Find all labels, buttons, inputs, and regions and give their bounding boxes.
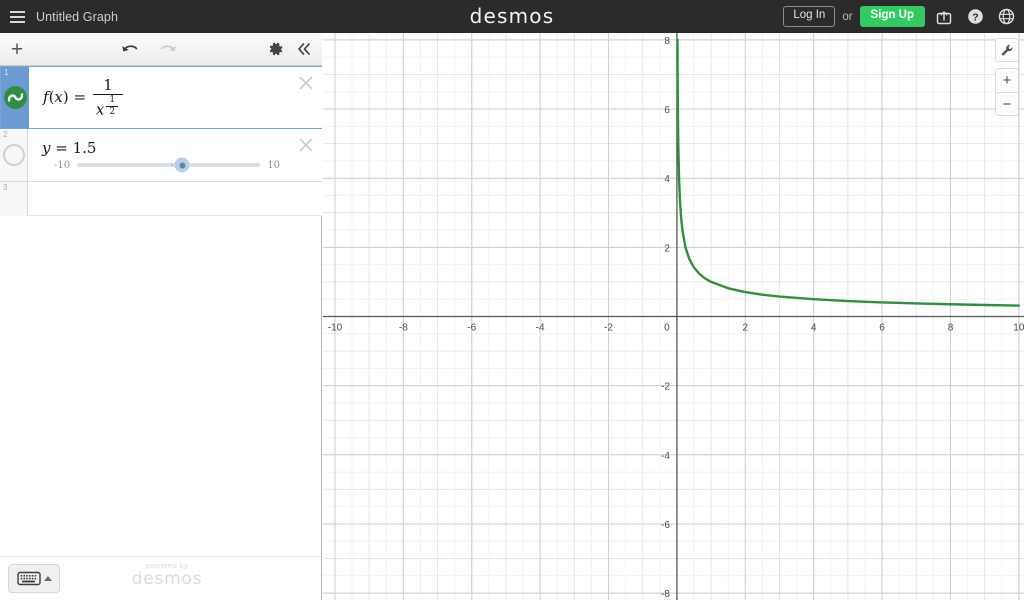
redo-arrow-icon[interactable] bbox=[155, 34, 181, 64]
function-curve-icon bbox=[3, 85, 27, 109]
watermark-small-text: powered by bbox=[145, 561, 189, 570]
expression-1-input[interactable]: f(x) = 1 x12 bbox=[29, 67, 322, 128]
expression-row-3[interactable]: 3 bbox=[0, 181, 322, 216]
powered-by-watermark: powered by desmos bbox=[112, 561, 222, 589]
expression-2-color-toggle[interactable]: 2 bbox=[0, 128, 28, 181]
header-actions: Log In or Sign Up ? bbox=[783, 0, 1018, 33]
expression-2-math: y = 1.5 bbox=[42, 139, 96, 157]
app-header: Untitled Graph desmos Log In or Sign Up … bbox=[0, 0, 1024, 33]
svg-text:2: 2 bbox=[664, 243, 670, 254]
svg-text:-8: -8 bbox=[399, 323, 408, 334]
svg-text:10: 10 bbox=[1013, 323, 1024, 334]
expression-list: 1 f(x) = 1 x12 2 y = 1.5 -10 10 3 bbox=[0, 66, 322, 216]
expression-1-number: 1 bbox=[4, 68, 9, 77]
collapse-panel-icon[interactable] bbox=[291, 34, 317, 64]
undo-arrow-icon[interactable] bbox=[116, 34, 142, 64]
svg-text:2: 2 bbox=[743, 323, 749, 334]
fraction-numerator: 1 bbox=[103, 76, 113, 94]
svg-text:8: 8 bbox=[948, 323, 954, 334]
expression-3-color-toggle[interactable]: 3 bbox=[0, 181, 28, 216]
caret-up-icon bbox=[43, 576, 52, 581]
expression-3-number: 3 bbox=[3, 182, 8, 192]
main-fraction: 1 x12 bbox=[92, 76, 124, 119]
gear-icon[interactable] bbox=[263, 34, 289, 64]
svg-text:-2: -2 bbox=[661, 382, 670, 393]
slider-track[interactable] bbox=[77, 157, 261, 173]
expression-2-number: 2 bbox=[3, 129, 8, 139]
svg-text:4: 4 bbox=[664, 174, 670, 185]
or-label: or bbox=[842, 10, 853, 23]
signup-button[interactable]: Sign Up bbox=[859, 6, 925, 27]
fn-paren-close: ) bbox=[62, 87, 69, 106]
slider-min-label[interactable]: -10 bbox=[54, 160, 70, 171]
delete-expression-1-button[interactable] bbox=[297, 74, 315, 92]
expression-2-input[interactable]: y = 1.5 -10 10 bbox=[28, 129, 322, 181]
expression-panel: + 1 f(x) = 1 x 1 2 2 y = 1.5 -10 10 3 po… bbox=[0, 33, 322, 600]
exponent-fraction: 12 bbox=[106, 95, 119, 118]
slider-control[interactable]: -10 10 bbox=[42, 157, 296, 179]
desmos-app: Untitled Graph desmos Log In or Sign Up … bbox=[0, 0, 1024, 600]
expression-1-math: f(x) = 1 x12 bbox=[43, 76, 125, 119]
zoom-button-group: + − bbox=[995, 68, 1019, 116]
toolbar-right-group bbox=[263, 34, 322, 64]
svg-text:-8: -8 bbox=[661, 589, 670, 600]
zoom-in-button[interactable]: + bbox=[995, 68, 1019, 92]
expression-3-input[interactable] bbox=[28, 182, 322, 215]
denominator-exponent: 12 bbox=[104, 95, 120, 117]
share-icon[interactable] bbox=[932, 5, 956, 29]
svg-text:-10: -10 bbox=[328, 323, 343, 334]
fraction-denominator: x12 bbox=[92, 94, 124, 119]
expression-1-color-toggle[interactable]: 1 bbox=[1, 67, 29, 128]
svg-text:6: 6 bbox=[879, 323, 885, 334]
svg-text:4: 4 bbox=[811, 323, 817, 334]
svg-text:-4: -4 bbox=[661, 451, 670, 462]
graph-plot: -10 -8 -6 -4 -2 0 2 4 6 8 10 8 6 4 2 -2 -4 -6 -8 bbox=[323, 33, 1024, 600]
fn-arg: x bbox=[54, 87, 63, 106]
watermark-brand-text: desmos bbox=[131, 569, 203, 589]
login-button[interactable]: Log In bbox=[783, 6, 836, 27]
delete-expression-2-button[interactable] bbox=[297, 136, 315, 154]
panel-footer: powered by desmos bbox=[0, 556, 321, 600]
svg-text:-4: -4 bbox=[536, 323, 545, 334]
svg-text:8: 8 bbox=[664, 36, 670, 47]
globe-icon[interactable] bbox=[994, 5, 1018, 29]
hamburger-icon[interactable] bbox=[0, 0, 34, 33]
svg-text:?: ? bbox=[972, 11, 978, 23]
graph-tools: + − bbox=[995, 38, 1019, 116]
wrench-icon[interactable] bbox=[995, 38, 1019, 62]
help-icon[interactable]: ? bbox=[963, 5, 987, 29]
expression-row-2[interactable]: 2 y = 1.5 -10 10 bbox=[0, 128, 322, 182]
slider-variable: y bbox=[42, 138, 51, 157]
empty-circle-icon bbox=[2, 143, 25, 166]
svg-text:-2: -2 bbox=[604, 323, 613, 334]
add-expression-button[interactable]: + bbox=[0, 33, 34, 65]
expression-toolbar: + bbox=[0, 33, 322, 66]
document-title[interactable]: Untitled Graph bbox=[36, 10, 118, 24]
exponent-denominator: 2 bbox=[106, 105, 119, 118]
slider-equals-sign: = bbox=[55, 138, 68, 157]
svg-text:0: 0 bbox=[664, 323, 670, 334]
keyboard-toggle-button[interactable] bbox=[8, 564, 60, 593]
equals-sign: = bbox=[73, 87, 87, 106]
expression-row-1[interactable]: 1 f(x) = 1 x12 bbox=[0, 66, 322, 129]
undo-redo-group bbox=[34, 34, 263, 64]
slider-handle[interactable] bbox=[174, 157, 190, 173]
svg-text:6: 6 bbox=[664, 105, 670, 116]
zoom-out-button[interactable]: − bbox=[995, 92, 1019, 116]
graph-canvas[interactable]: -10 -8 -6 -4 -2 0 2 4 6 8 10 8 6 4 2 -2 -4 -6 -8 + − bbox=[323, 33, 1024, 600]
slider-max-label[interactable]: 10 bbox=[267, 160, 280, 171]
slider-tick-mark bbox=[171, 164, 174, 167]
keyboard-icon bbox=[16, 571, 41, 586]
svg-text:-6: -6 bbox=[467, 323, 476, 334]
svg-text:-6: -6 bbox=[661, 520, 670, 531]
exponent-numerator: 1 bbox=[109, 95, 116, 106]
slider-value-text: 1.5 bbox=[72, 138, 97, 157]
